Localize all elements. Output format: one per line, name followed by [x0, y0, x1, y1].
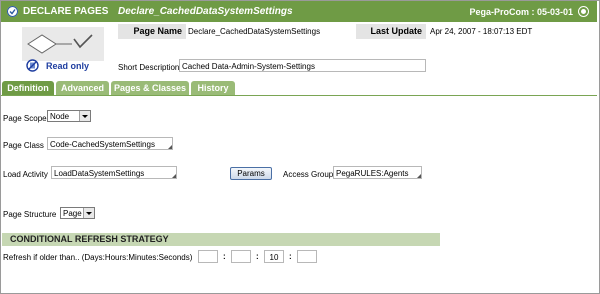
params-button[interactable]: Params — [230, 167, 272, 180]
chevron-down-icon — [79, 111, 90, 121]
refresh-interval-label: Refresh if older than.. (Days:Hours:Minu… — [3, 253, 193, 262]
refresh-seconds-field[interactable] — [297, 250, 317, 263]
load-activity-field[interactable]: LoadDataSystemSettings — [51, 166, 177, 179]
rule-header-bar: DECLARE PAGES Declare_CachedDataSystemSe… — [1, 1, 597, 22]
smartprompt-icon — [417, 174, 421, 178]
time-separator: : — [289, 252, 292, 261]
rule-name-title: Declare_CachedDataSystemSettings — [118, 6, 293, 17]
page-structure-select[interactable]: Page — [60, 207, 95, 219]
last-update-value: Apr 24, 2007 - 18:07:13 EDT — [430, 27, 533, 36]
page-scope-label: Page Scope — [3, 114, 47, 123]
page-scope-select[interactable]: Node — [47, 110, 91, 122]
tab-pages-and-classes[interactable]: Pages & Classes — [111, 81, 189, 95]
rule-type-label: DECLARE PAGES — [23, 6, 109, 17]
rule-type-diagram-icon — [22, 27, 104, 61]
ruleset-version: Pega-ProCom : 05-03-01 — [469, 7, 573, 17]
smartprompt-icon — [168, 145, 172, 149]
chevron-down-icon — [83, 208, 94, 218]
short-description-field[interactable]: Cached Data-Admin-System-Settings — [179, 59, 426, 72]
short-description-label: Short Description — [118, 63, 180, 72]
refresh-days-field[interactable] — [198, 250, 218, 263]
last-update-label: Last Update — [356, 24, 426, 39]
read-only-label: Read only — [46, 61, 90, 71]
page-class-value: Code-CachedSystemSettings — [50, 140, 155, 149]
tab-advanced[interactable]: Advanced — [56, 81, 109, 95]
declare-pages-icon — [7, 6, 18, 17]
load-activity-label: Load Activity — [3, 170, 48, 179]
conditional-refresh-section-header: CONDITIONAL REFRESH STRATEGY — [2, 233, 440, 246]
page-name-label: Page Name — [118, 24, 186, 39]
page-scope-value: Node — [50, 112, 70, 121]
tab-history[interactable]: History — [191, 81, 235, 95]
read-only-icon — [26, 59, 39, 72]
time-separator: : — [223, 252, 226, 261]
tab-definition[interactable]: Definition — [2, 81, 54, 95]
page-class-label: Page Class — [3, 141, 44, 150]
refresh-minutes-field[interactable]: 10 — [264, 250, 284, 263]
refresh-hours-field[interactable] — [231, 250, 251, 263]
access-group-value: PegaRULES:Agents — [336, 169, 409, 178]
page-class-field[interactable]: Code-CachedSystemSettings — [47, 137, 173, 150]
header-options-icon[interactable] — [578, 6, 589, 17]
access-group-field[interactable]: PegaRULES:Agents — [333, 166, 422, 179]
rule-tabs: Definition Advanced Pages & Classes Hist… — [1, 81, 597, 96]
page-name-value: Declare_CachedDataSystemSettings — [188, 27, 321, 36]
time-separator: : — [256, 252, 259, 261]
smartprompt-icon — [172, 174, 176, 178]
load-activity-value: LoadDataSystemSettings — [54, 169, 145, 178]
page-structure-label: Page Structure — [3, 210, 57, 219]
access-group-label: Access Group — [283, 170, 334, 179]
page-structure-value: Page — [63, 209, 82, 218]
